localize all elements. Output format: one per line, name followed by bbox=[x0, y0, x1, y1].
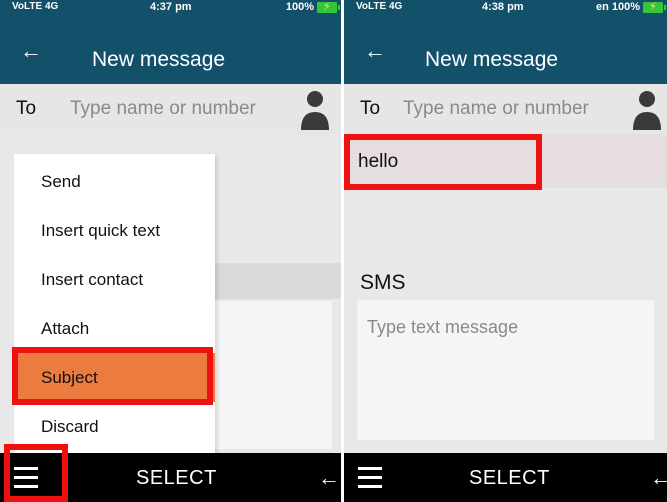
back-arrow-icon[interactable]: ← bbox=[364, 40, 386, 62]
softkey-bar: SELECT ← bbox=[0, 453, 341, 502]
recipient-field[interactable]: To Type name or number bbox=[0, 84, 341, 134]
to-label: To bbox=[16, 98, 37, 119]
battery-indicator: 100% ⚡ bbox=[285, 1, 340, 13]
menu-item-attach[interactable]: Attach bbox=[14, 304, 215, 353]
contact-icon[interactable] bbox=[300, 88, 330, 132]
menu-icon[interactable] bbox=[358, 467, 382, 488]
signal-indicator: VoLTE 4G bbox=[356, 1, 403, 12]
page-title: New message bbox=[92, 48, 226, 71]
options-menu: Send Insert quick text Insert contact At… bbox=[14, 154, 215, 453]
sms-label: SMS bbox=[360, 271, 406, 294]
app-header: ← New message bbox=[344, 14, 667, 84]
sms-input[interactable]: Type text message bbox=[367, 317, 518, 338]
status-bar: VoLTE 4G 4:38 pm en 100% ⚡ bbox=[344, 0, 667, 14]
left-screen: VoLTE 4G 4:37 pm 100% ⚡ ← New message To… bbox=[0, 0, 341, 502]
contact-icon[interactable] bbox=[632, 88, 662, 132]
select-softkey[interactable]: SELECT bbox=[469, 467, 550, 490]
sms-text-area[interactable]: Type text message bbox=[357, 300, 654, 440]
menu-item-subject[interactable]: Subject bbox=[14, 353, 215, 402]
app-header: ← New message bbox=[0, 14, 341, 84]
menu-item-discard[interactable]: Discard bbox=[14, 402, 215, 451]
back-softkey-icon[interactable]: ← bbox=[318, 465, 340, 491]
sms-header-strip bbox=[215, 263, 341, 299]
battery-percent: 100% bbox=[285, 1, 314, 13]
menu-item-insert-quick-text[interactable]: Insert quick text bbox=[14, 206, 215, 255]
subject-field[interactable]: hello bbox=[344, 134, 667, 188]
right-screen: VoLTE 4G 4:38 pm en 100% ⚡ ← New message… bbox=[344, 0, 667, 502]
select-softkey[interactable]: SELECT bbox=[136, 467, 217, 490]
sms-text-area bbox=[215, 301, 332, 449]
recipient-field[interactable]: To Type name or number bbox=[344, 84, 667, 134]
menu-icon[interactable] bbox=[14, 467, 38, 488]
status-time: 4:37 pm bbox=[150, 1, 192, 13]
softkey-bar: SELECT ← bbox=[344, 453, 667, 502]
recipient-input[interactable]: Type name or number bbox=[70, 98, 256, 120]
battery-indicator: en 100% ⚡ bbox=[595, 1, 666, 13]
menu-item-insert-contact[interactable]: Insert contact bbox=[14, 255, 215, 304]
to-label: To bbox=[360, 98, 381, 119]
subject-input[interactable]: hello bbox=[358, 151, 398, 173]
battery-icon: ⚡ bbox=[317, 1, 340, 13]
back-arrow-icon[interactable]: ← bbox=[20, 40, 42, 62]
status-time: 4:38 pm bbox=[482, 1, 524, 13]
page-title: New message bbox=[425, 48, 559, 71]
menu-item-send[interactable]: Send bbox=[14, 157, 215, 206]
battery-icon: ⚡ bbox=[643, 1, 666, 13]
battery-percent: en 100% bbox=[595, 1, 640, 13]
status-bar: VoLTE 4G 4:37 pm 100% ⚡ bbox=[0, 0, 341, 14]
signal-indicator: VoLTE 4G bbox=[12, 1, 59, 12]
back-softkey-icon[interactable]: ← bbox=[650, 465, 667, 491]
recipient-input[interactable]: Type name or number bbox=[403, 98, 589, 120]
